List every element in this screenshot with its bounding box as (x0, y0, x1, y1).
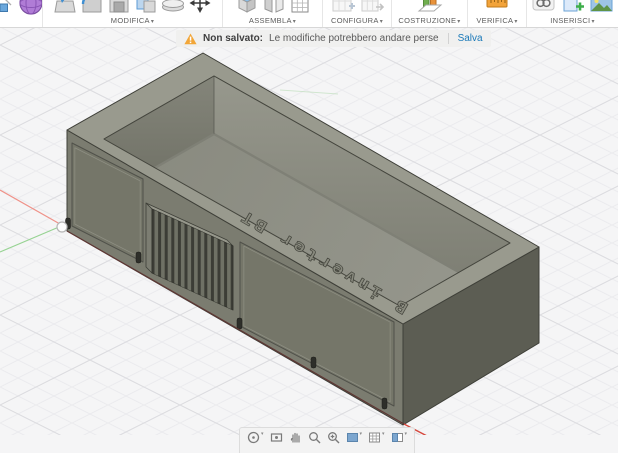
unsaved-warning-bar: Non salvato: Le modifiche potrebbero and… (176, 30, 491, 47)
dropdown-caret-icon: ▾ (591, 19, 594, 25)
toolbar-group-inserisci[interactable]: INSERISCI▾ (527, 0, 618, 27)
move-copy-icon[interactable] (188, 0, 212, 16)
model-viewport[interactable]: B inverter BT (0, 0, 618, 435)
new-component-icon[interactable] (235, 0, 259, 16)
unsaved-title: Non salvato: (203, 33, 263, 44)
toolbar-group-inserisci-label[interactable]: INSERISCI▾ (527, 16, 618, 27)
display-settings-icon[interactable]: ▾ (346, 431, 363, 444)
construction-plane-icon[interactable] (417, 0, 443, 16)
shell-icon[interactable] (107, 0, 131, 16)
measure-ruler-icon[interactable] (484, 0, 510, 16)
bom-table-icon[interactable] (289, 0, 311, 16)
warning-divider (448, 33, 449, 44)
press-pull-icon[interactable] (53, 0, 77, 16)
fit-icon[interactable] (327, 431, 340, 444)
dropdown-caret-icon: ▾ (514, 19, 517, 25)
joint-icon[interactable] (262, 0, 286, 16)
toolbar-group-assembla-label[interactable]: ASSEMBLA▾ (223, 16, 322, 27)
insert-derive-icon[interactable] (560, 0, 586, 16)
fillet-icon[interactable] (80, 0, 104, 16)
sketch-vertex-icon[interactable] (0, 0, 12, 16)
toolbar-group-modifica-label[interactable]: MODIFICA▾ (43, 16, 222, 27)
toolbar-group-configura-label[interactable]: CONFIGURA▾ (323, 16, 391, 27)
warning-triangle-icon (184, 33, 197, 45)
view-navigation-bar: ▾ ▾ ▾ ▾ (239, 427, 415, 453)
zoom-icon[interactable] (308, 431, 321, 444)
origin-point[interactable] (57, 222, 67, 232)
dropdown-caret-icon: ▾ (293, 19, 296, 25)
toolbar-group-assembla[interactable]: ASSEMBLA▾ (223, 0, 323, 27)
pan-icon[interactable] (289, 431, 302, 444)
configuration-insert-icon[interactable] (359, 0, 385, 16)
toolbar-group-verifica-label[interactable]: VERIFICA▾ (468, 16, 526, 27)
toolbar-group-configura[interactable]: CONFIGURA▾ (323, 0, 392, 27)
dropdown-caret-icon: ▾ (457, 19, 460, 25)
offset-face-icon[interactable] (161, 0, 185, 16)
combine-icon[interactable] (134, 0, 158, 16)
orbit-icon[interactable]: ▾ (247, 431, 264, 444)
toolbar-group-costruzione-label[interactable]: COSTRUZIONE▾ (392, 16, 467, 27)
viewports-icon[interactable]: ▾ (391, 431, 408, 444)
toolbar-group-modifica[interactable]: MODIFICA▾ (43, 0, 223, 27)
toolbar-group-crea (0, 0, 43, 27)
top-toolbar: MODIFICA▾ ASSEMBLA▾ (0, 0, 618, 28)
look-at-icon[interactable] (270, 431, 283, 444)
toolbar-group-crea-label (0, 16, 42, 27)
create-form-icon[interactable] (18, 0, 42, 16)
insert-link-icon[interactable] (531, 0, 557, 16)
dropdown-caret-icon: ▾ (151, 19, 154, 25)
unsaved-message: Le modifiche potrebbero andare perse (269, 33, 439, 44)
grille-left-face (146, 203, 152, 273)
toolbar-group-verifica[interactable]: VERIFICA▾ (468, 0, 527, 27)
dropdown-caret-icon: ▾ (380, 19, 383, 25)
toolbar-group-costruzione[interactable]: COSTRUZIONE▾ (392, 0, 468, 27)
configuration-table-icon[interactable] (330, 0, 356, 16)
insert-image-icon[interactable] (589, 0, 615, 16)
save-link[interactable]: Salva (458, 33, 483, 44)
grid-snaps-icon[interactable]: ▾ (368, 431, 385, 444)
